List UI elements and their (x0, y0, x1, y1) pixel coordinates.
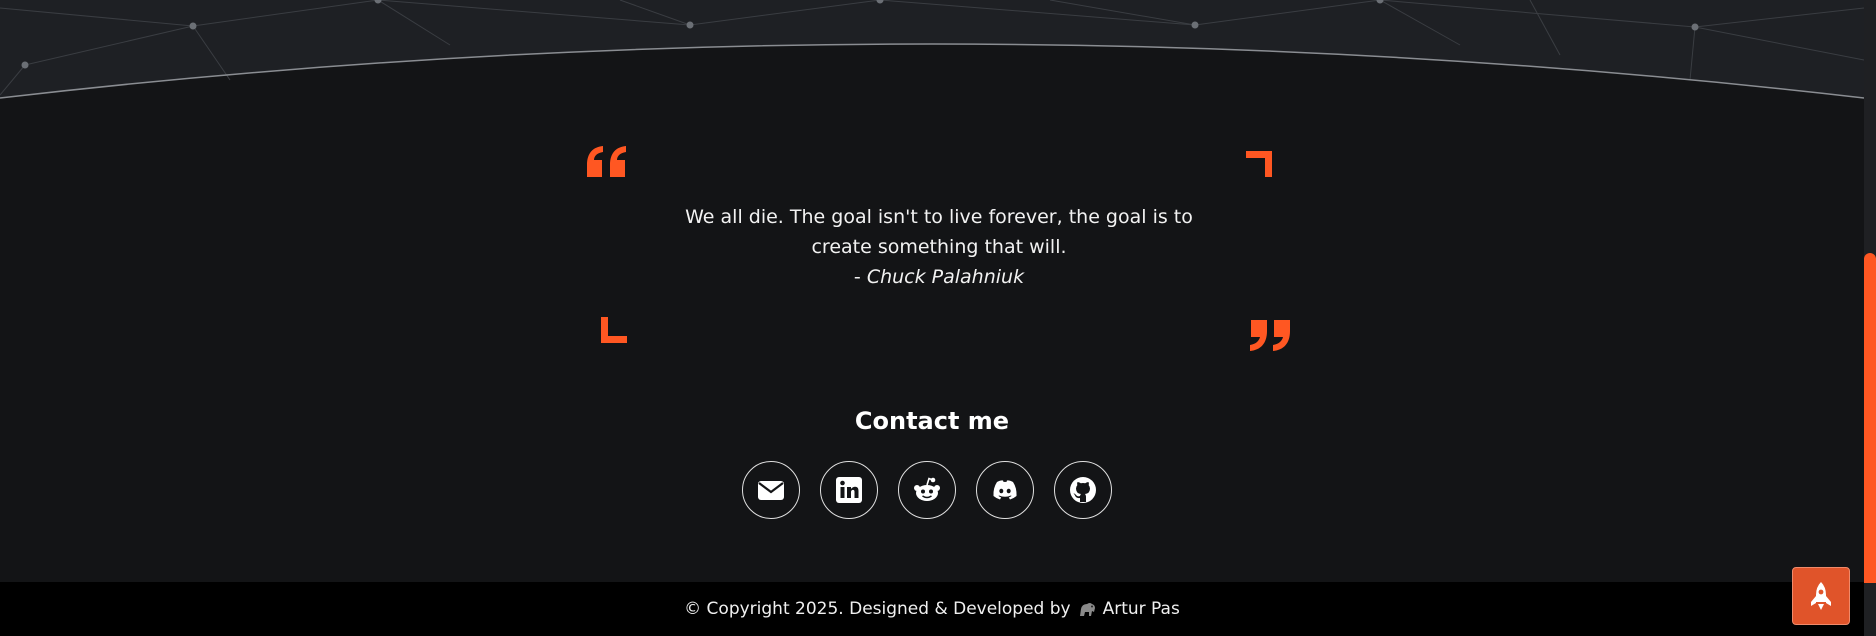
github-button[interactable] (1054, 461, 1112, 519)
footer-copyright: © Copyright 2025. Designed & Developed b… (684, 599, 1071, 619)
corner-bottom-left-icon (601, 317, 627, 343)
discord-icon (993, 480, 1017, 500)
close-quote-icon (1250, 320, 1290, 351)
reddit-button[interactable] (898, 461, 956, 519)
quote-author-prefix: - (853, 266, 867, 288)
rocket-icon (1811, 582, 1831, 610)
envelope-icon (758, 481, 784, 500)
linkedin-button[interactable] (820, 461, 878, 519)
corner-top-right-icon (1246, 151, 1272, 177)
quote-author: - Chuck Palahniuk (670, 262, 1208, 292)
footer: © Copyright 2025. Designed & Developed b… (0, 582, 1864, 636)
scrollbar-thumb[interactable] (1864, 253, 1876, 583)
github-icon (1070, 477, 1096, 503)
scroll-to-top-button[interactable] (1792, 567, 1850, 625)
contact-title: Contact me (854, 407, 1010, 435)
quote-text: We all die. The goal isn't to live forev… (685, 206, 1193, 258)
avatar-icon (1079, 603, 1095, 616)
reddit-icon (914, 477, 940, 501)
page: We all die. The goal isn't to live forev… (0, 0, 1876, 636)
linkedin-icon (836, 477, 862, 503)
network-background (0, 0, 1864, 99)
open-quote-icon (587, 146, 626, 177)
email-button[interactable] (742, 461, 800, 519)
footer-author[interactable]: Artur Pas (1103, 599, 1180, 619)
social-links (742, 461, 1122, 521)
quote-author-name: Chuck Palahniuk (866, 266, 1025, 288)
discord-button[interactable] (976, 461, 1034, 519)
